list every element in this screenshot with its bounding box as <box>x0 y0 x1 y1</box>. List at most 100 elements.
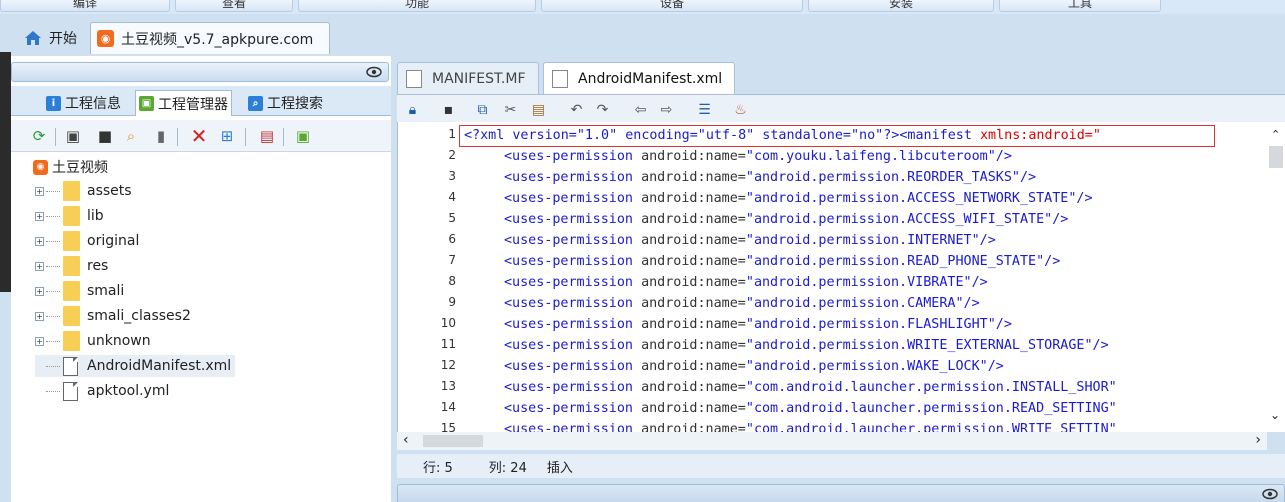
expand-icon[interactable]: + <box>35 336 44 346</box>
code-editor[interactable]: 1 2 3 4 5 6 7 8 9 10 11 12 13 14 15 <?xm… <box>397 122 1285 432</box>
tree-folder-label: res <box>87 258 109 274</box>
subtab-project-manager[interactable]: ▣ 工程管理器 <box>135 90 232 116</box>
tree-file-androidmanifest[interactable]: AndroidManifest.xml <box>35 355 236 377</box>
format-icon[interactable]: ☰ <box>695 100 714 119</box>
h-scrollbar-thumb[interactable] <box>423 435 483 447</box>
tree-line <box>46 190 60 192</box>
eye-icon[interactable] <box>366 66 382 78</box>
editor-toolbar: 🔒︎ ▪ ⧉ ✂ ▤ ↶ ↷ ⇦ ⇨ ☰ ♨ <box>397 94 1285 122</box>
permission-value: android.permission.WAKE_LOCK <box>753 359 980 374</box>
subtab-project-info[interactable]: i 工程信息 <box>43 90 124 116</box>
permission-value: android.permission.READ_PHONE_STATE <box>753 254 1037 269</box>
image-icon[interactable]: ▣ <box>63 126 83 146</box>
android-build-icon[interactable]: ▣ <box>293 126 313 146</box>
app-window: 编译 查看 功能 设备 安装 工具 开始 ◉ 土豆视频_v5.7_apkpure… <box>0 0 1285 502</box>
quote: " <box>1108 401 1117 416</box>
tab-project[interactable]: ◉ 土豆视频_v5.7_apkpure.com <box>90 22 330 54</box>
tree-folder-smali[interactable]: + smali <box>35 280 124 302</box>
tag-close: /> <box>971 275 988 290</box>
text-file-icon[interactable]: ▤ <box>257 126 277 146</box>
left-panel: i 工程信息 ▣ 工程管理器 ⌕ 工程搜索 ⟳ ▣ ■ ⌕ ▮ ✕ ⊞ ▤ ▣ … <box>11 56 391 502</box>
tree-folder-res[interactable]: + res <box>35 255 108 277</box>
tree-folder-label: smali_classes2 <box>87 308 191 324</box>
expand-icon[interactable]: + <box>35 311 44 321</box>
rename-icon[interactable]: ⊞ <box>217 126 237 146</box>
editor-tabs: MANIFEST.MF AndroidManifest.xml <box>397 60 1285 94</box>
permission-value: android.permission.ACCESS_NETWORK_STATE <box>753 191 1069 206</box>
subtab-project-search[interactable]: ⌕ 工程搜索 <box>245 90 326 116</box>
tree-folder-smali-classes2[interactable]: + smali_classes2 <box>35 305 191 327</box>
tag-open: <uses-permission <box>504 149 642 164</box>
redo-icon[interactable]: ↷ <box>593 100 612 119</box>
menu-compile[interactable]: 编译 <box>0 0 170 12</box>
line-number: 6 <box>448 232 456 246</box>
subtab-project-manager-label: 工程管理器 <box>158 96 228 113</box>
paste-icon[interactable]: ▤ <box>529 100 548 119</box>
menu-tools[interactable]: 工具 <box>999 0 1161 12</box>
scroll-left-icon[interactable]: ‹ <box>403 432 409 448</box>
undo-icon[interactable]: ↶ <box>567 100 586 119</box>
code-line-3: <uses-permission android:name="android.p… <box>504 167 1036 188</box>
lock-icon[interactable]: 🔒︎ <box>403 100 422 119</box>
tree-root-label: 土豆视频 <box>52 160 108 176</box>
code-line-14: <uses-permission android:name="com.andro… <box>504 398 1117 419</box>
scroll-down-icon[interactable]: ⌄ <box>1270 408 1280 422</box>
copy-icon[interactable]: ⧉ <box>473 100 492 119</box>
expand-icon[interactable]: + <box>35 261 44 271</box>
back-icon[interactable]: ⇦ <box>631 100 650 119</box>
tab-androidmanifest-label: AndroidManifest.xml <box>578 70 723 87</box>
tree-folder-assets[interactable]: + assets <box>35 180 132 202</box>
quote: " <box>1084 338 1093 353</box>
folder-search-icon[interactable]: ⌕ <box>121 126 141 146</box>
tab-androidmanifest[interactable]: AndroidManifest.xml <box>543 62 735 94</box>
horizontal-scrollbar[interactable]: ‹ › <box>397 432 1267 450</box>
attr-name: android:name= <box>641 254 746 269</box>
line-number: 13 <box>440 379 456 393</box>
tab-manifest-mf[interactable]: MANIFEST.MF <box>397 62 539 94</box>
scrollbar-thumb[interactable] <box>1269 146 1283 168</box>
tag-close: /> <box>1052 212 1069 227</box>
line-number: 9 <box>448 295 456 309</box>
menu-install[interactable]: 安装 <box>808 0 994 12</box>
expand-icon[interactable]: + <box>35 236 44 246</box>
folder-icon <box>63 181 80 201</box>
line-number: 12 <box>440 358 456 372</box>
menu-device[interactable]: 设备 <box>541 0 803 12</box>
tree-line <box>46 315 60 317</box>
attr-name: android:name= <box>641 296 746 311</box>
delete-icon[interactable]: ✕ <box>189 124 209 148</box>
tab-home[interactable]: 开始 <box>18 22 88 54</box>
tab-manifest-mf-label: MANIFEST.MF <box>432 70 526 87</box>
quote: " <box>745 338 754 353</box>
java-icon[interactable]: ♨ <box>731 100 750 119</box>
scroll-up-icon[interactable]: ⌃ <box>1271 128 1280 141</box>
tree-root[interactable]: ◉ 土豆视频 <box>33 156 108 178</box>
tree-file-apktool[interactable]: apktool.yml <box>35 380 169 402</box>
file-icon <box>406 69 422 88</box>
tree-folder-original[interactable]: + original <box>35 230 139 252</box>
tree-folder-lib[interactable]: + lib <box>35 205 104 227</box>
permission-value: android.permission.ACCESS_WIFI_STATE <box>753 212 1045 227</box>
menu-function[interactable]: 功能 <box>298 0 536 12</box>
window-icon[interactable]: ■ <box>95 126 115 146</box>
eye-icon[interactable] <box>1262 488 1278 500</box>
attr-name: android:name= <box>641 212 746 227</box>
forward-icon[interactable]: ⇨ <box>657 100 676 119</box>
tudou-app-icon: ◉ <box>97 30 114 47</box>
tag-open: <uses-permission <box>504 422 642 432</box>
vertical-scrollbar[interactable]: ⌃ ⌄ <box>1267 122 1285 432</box>
scroll-right-icon[interactable]: › <box>1255 432 1261 448</box>
code-line-2: <uses-permission android:name="com.youku… <box>504 146 1012 167</box>
cut-icon[interactable]: ✂ <box>501 100 520 119</box>
permission-value: android.permission.FLASHLIGHT <box>753 317 988 332</box>
menu-view[interactable]: 查看 <box>175 0 293 12</box>
expand-icon[interactable]: + <box>35 211 44 221</box>
refresh-icon[interactable]: ⟳ <box>29 126 49 146</box>
tree-folder-unknown[interactable]: + unknown <box>35 330 151 352</box>
save-icon[interactable]: ▪ <box>439 100 458 119</box>
expand-icon[interactable]: + <box>35 186 44 196</box>
expand-icon[interactable]: + <box>35 286 44 296</box>
tag-close: /> <box>963 296 980 311</box>
line-number: 3 <box>448 169 456 183</box>
book-icon[interactable]: ▮ <box>151 126 171 146</box>
